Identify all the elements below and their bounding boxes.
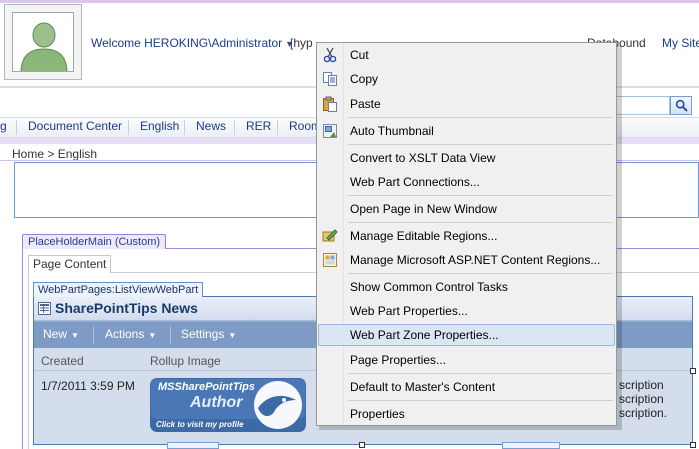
description-line: scription. [619, 406, 668, 420]
menu-item-label: Convert to XSLT Data View [350, 151, 496, 165]
breadcrumb-home[interactable]: Home [12, 147, 44, 161]
menu-separator [348, 195, 613, 196]
menu-item-properties[interactable]: Properties [318, 403, 615, 425]
settings-menu[interactable]: Settings ▼ [181, 327, 236, 341]
menu-separator [348, 373, 613, 374]
actions-menu[interactable]: Actions ▼ [105, 327, 156, 341]
menu-item-label: Web Part Connections... [350, 175, 480, 189]
menu-item-label: Copy [350, 72, 379, 86]
author-badge-image[interactable]: MSSharePointTips Author Click to visit m… [150, 378, 306, 432]
menu-item-web-part-zone-properties[interactable]: Web Part Zone Properties... [318, 324, 615, 346]
menu-item-label: Show Common Control Tasks [350, 280, 508, 294]
search-icon [675, 99, 688, 112]
column-header-created[interactable]: Created [41, 354, 84, 368]
menu-item-paste[interactable]: Paste [318, 93, 615, 115]
caret-down-icon: ▼ [71, 331, 79, 340]
resize-handle[interactable] [690, 442, 696, 448]
webpart-title[interactable]: SharePointTips News [55, 300, 198, 316]
resize-handle[interactable] [359, 442, 365, 448]
search-button[interactable] [670, 96, 692, 115]
menu-item-label: Auto Thumbnail [350, 124, 434, 138]
new-menu[interactable]: New ▼ [43, 327, 79, 341]
content-regions-icon [322, 252, 338, 268]
toolbar-separator [170, 326, 171, 344]
description-cell: scription scription scription. [619, 378, 667, 420]
cell-created: 1/7/2011 3:59 PM [41, 379, 135, 393]
menu-item-label: Manage Editable Regions... [350, 229, 498, 243]
placeholder-main-label[interactable]: PlaceHolderMain (Custom) [22, 234, 167, 249]
menu-item-label: Open Page in New Window [350, 202, 497, 216]
menu-separator [348, 273, 613, 274]
menu-separator [348, 144, 613, 145]
scissors-icon [322, 47, 338, 63]
list-icon [38, 302, 51, 315]
my-site-link[interactable]: My Site [662, 36, 699, 50]
menu-item-web-part-connections[interactable]: Web Part Connections... [318, 171, 615, 193]
nav-separator [128, 120, 129, 135]
breadcrumb: Home > English [12, 147, 97, 161]
logo-brand: MSSharePointTips [158, 381, 255, 393]
menu-item-open-new-window[interactable]: Open Page in New Window [318, 198, 615, 220]
actions-label: Actions [105, 327, 145, 341]
menu-item-page-properties[interactable]: Page Properties... [318, 349, 615, 371]
menu-item-label: Properties [350, 407, 405, 421]
menu-item-label: Paste [350, 97, 381, 111]
menu-item-label: Web Part Properties... [350, 304, 468, 318]
page-content-tab[interactable]: Page Content [28, 255, 112, 273]
menu-separator [348, 222, 613, 223]
nav-item-rer[interactable]: RER [246, 119, 271, 133]
menu-separator [348, 117, 613, 118]
menu-item-common-control-tasks[interactable]: Show Common Control Tasks [318, 276, 615, 298]
nav-separator [234, 120, 235, 135]
toolbar-separator [93, 326, 94, 344]
avatar[interactable] [4, 4, 82, 80]
logo-caption: Click to visit my profile [156, 420, 244, 429]
menu-item-label: Default to Master's Content [350, 380, 496, 394]
top-border [0, 0, 699, 3]
user-silhouette-icon [12, 12, 74, 72]
editable-regions-icon [322, 228, 338, 244]
menu-item-label: Manage Microsoft ASP.NET Content Regions… [350, 253, 601, 267]
nav-item-news[interactable]: News [196, 119, 226, 133]
caret-down-icon: ▼ [228, 331, 237, 340]
nav-item-document-center[interactable]: Document Center [28, 119, 122, 133]
menu-item-auto-thumbnail[interactable]: Auto Thumbnail [318, 120, 615, 142]
nav-separator [184, 120, 185, 135]
zone-label-right[interactable] [502, 442, 560, 449]
welcome-menu[interactable]: Welcome HEROKING\Administrator ▼ [91, 36, 294, 50]
thumbnail-icon [322, 123, 338, 139]
menu-item-manage-aspnet-regions[interactable]: Manage Microsoft ASP.NET Content Regions… [318, 249, 615, 271]
nav-item-g[interactable]: g [0, 119, 7, 133]
menu-item-label: Web Part Zone Properties... [350, 328, 499, 342]
new-label: New [43, 327, 68, 341]
nav-item-english[interactable]: English [140, 119, 179, 133]
menu-item-default-master-content[interactable]: Default to Master's Content [318, 376, 615, 398]
resize-handle[interactable] [690, 368, 696, 374]
description-line: scription [619, 378, 664, 392]
menu-item-convert-xslt[interactable]: Convert to XSLT Data View [318, 147, 615, 169]
nav-separator [16, 120, 17, 135]
menu-item-label: Page Properties... [350, 353, 447, 367]
nav-separator [277, 120, 278, 135]
zone-label-left[interactable] [167, 442, 219, 449]
webpart-tag[interactable]: WebPartPages:ListViewWebPart [33, 282, 204, 297]
logo-author: Author [190, 394, 243, 411]
menu-item-label: Cut [350, 48, 369, 62]
menu-separator [348, 400, 613, 401]
caret-down-icon: ▼ [148, 331, 157, 340]
menu-item-cut[interactable]: Cut [318, 44, 615, 66]
settings-label: Settings [181, 327, 225, 341]
description-line: scription [619, 392, 664, 406]
breadcrumb-separator: > [47, 147, 55, 161]
column-header-rollup-image[interactable]: Rollup Image [150, 354, 221, 368]
paste-icon [322, 96, 338, 112]
menu-item-copy[interactable]: Copy [318, 68, 615, 90]
menu-item-manage-editable-regions[interactable]: Manage Editable Regions... [318, 225, 615, 247]
breadcrumb-current: English [57, 147, 98, 161]
hyperlink-text[interactable]: [hyp [290, 36, 313, 50]
copy-icon [322, 71, 338, 87]
welcome-text: Welcome HEROKING\Administrator [91, 36, 283, 50]
menu-item-web-part-properties[interactable]: Web Part Properties... [318, 300, 615, 322]
